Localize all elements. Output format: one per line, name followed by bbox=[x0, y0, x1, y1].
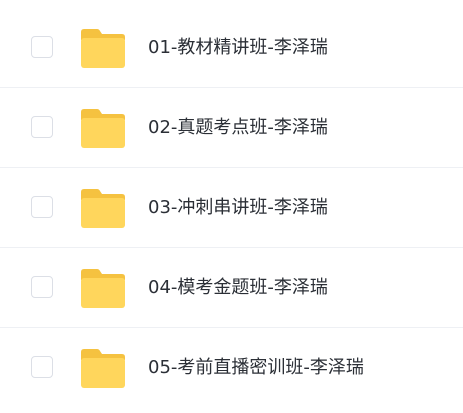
list-item[interactable]: 01-教材精讲班-李泽瑞 bbox=[0, 8, 463, 88]
item-name[interactable]: 03-冲刺串讲班-李泽瑞 bbox=[148, 168, 328, 248]
item-checkbox[interactable] bbox=[31, 116, 53, 138]
folder-icon bbox=[81, 189, 125, 228]
folder-icon bbox=[81, 109, 125, 148]
item-checkbox[interactable] bbox=[31, 276, 53, 298]
item-checkbox[interactable] bbox=[31, 36, 53, 58]
list-item[interactable]: 03-冲刺串讲班-李泽瑞 bbox=[0, 168, 463, 248]
item-checkbox[interactable] bbox=[31, 196, 53, 218]
item-name[interactable]: 02-真题考点班-李泽瑞 bbox=[148, 88, 328, 168]
file-list: 01-教材精讲班-李泽瑞 02-真题考点班-李泽瑞 03-冲刺串讲班-李泽瑞 0… bbox=[0, 0, 463, 413]
list-item[interactable]: 02-真题考点班-李泽瑞 bbox=[0, 88, 463, 168]
item-checkbox[interactable] bbox=[31, 356, 53, 378]
item-name[interactable]: 01-教材精讲班-李泽瑞 bbox=[148, 8, 328, 88]
list-item[interactable]: 04-模考金题班-李泽瑞 bbox=[0, 248, 463, 328]
folder-icon bbox=[81, 29, 125, 68]
folder-icon bbox=[81, 349, 125, 388]
list-item[interactable]: 05-考前直播密训班-李泽瑞 bbox=[0, 328, 463, 408]
item-name[interactable]: 04-模考金题班-李泽瑞 bbox=[148, 248, 328, 328]
item-name[interactable]: 05-考前直播密训班-李泽瑞 bbox=[148, 328, 364, 408]
folder-icon bbox=[81, 269, 125, 308]
